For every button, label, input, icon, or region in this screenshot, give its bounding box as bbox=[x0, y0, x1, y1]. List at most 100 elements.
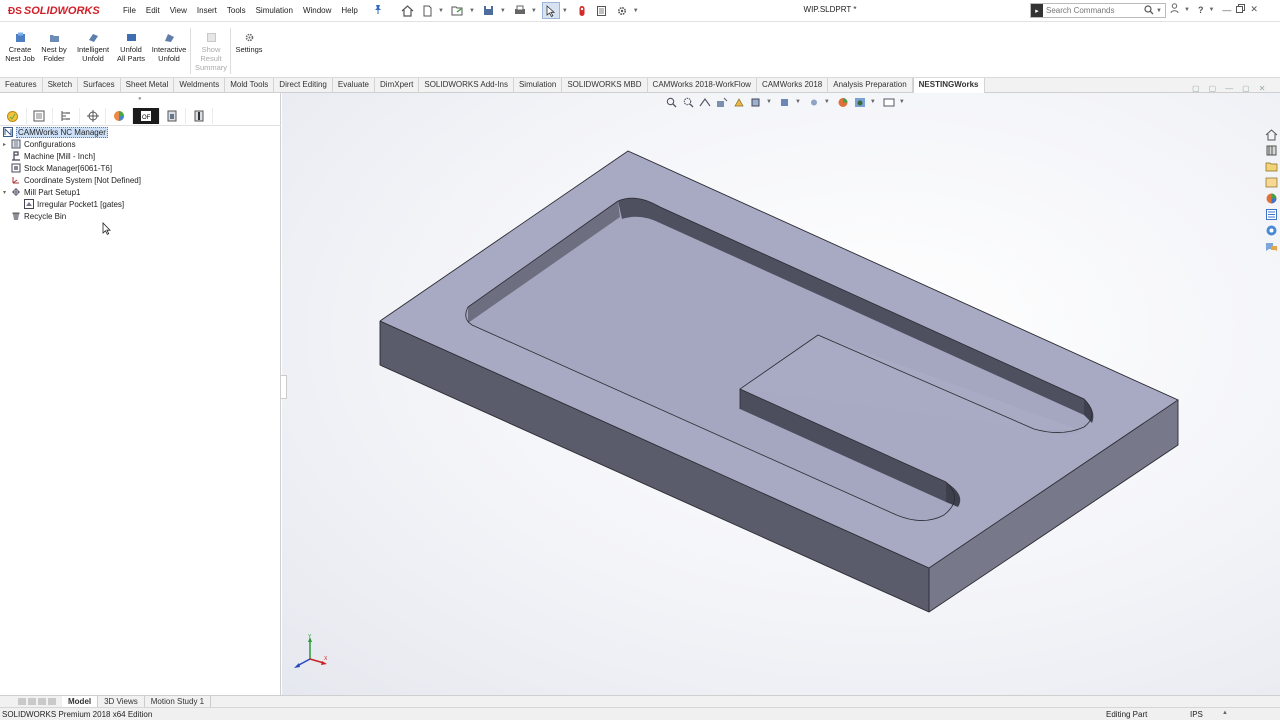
chevron-down-icon[interactable]: ▼ bbox=[1184, 7, 1190, 13]
home-icon[interactable] bbox=[398, 2, 416, 19]
chevron-up-icon[interactable]: ▲ bbox=[1222, 710, 1228, 716]
tab-analysis-preparation[interactable]: Analysis Preparation bbox=[828, 78, 913, 93]
edit-appearance-icon[interactable] bbox=[836, 96, 850, 108]
chevron-down-icon[interactable]: ▼ bbox=[562, 8, 568, 14]
command-search-icon[interactable]: ▸ bbox=[1031, 4, 1043, 17]
chevron-down-icon[interactable]: ▼ bbox=[633, 8, 639, 14]
hide-show-items-icon[interactable] bbox=[807, 96, 821, 108]
settings-button[interactable]: Settings bbox=[227, 32, 271, 54]
tree-node-nc-manager[interactable]: CAMWorks NC Manager bbox=[3, 126, 108, 138]
tab-dimxpert[interactable]: DimXpert bbox=[375, 78, 420, 93]
panel-grip-icon[interactable]: ● bbox=[138, 96, 142, 102]
tree-node-coordinate-system[interactable]: Coordinate System [Not Defined] bbox=[11, 174, 141, 186]
interactive-unfold-button[interactable]: Interactive Unfold bbox=[147, 32, 191, 63]
tab-nestingworks[interactable]: NESTINGWorks bbox=[912, 78, 985, 93]
feature-manager-tab[interactable] bbox=[0, 108, 27, 124]
unit-system-selector[interactable]: IPS bbox=[1190, 710, 1203, 719]
viewport-tile-icon[interactable]: ▢ bbox=[1209, 84, 1217, 93]
close-icon[interactable]: ✕ bbox=[1250, 4, 1258, 15]
menu-help[interactable]: Help bbox=[336, 4, 362, 17]
search-icon[interactable] bbox=[1142, 4, 1156, 17]
first-tab-arrow-icon[interactable] bbox=[18, 698, 26, 705]
new-document-icon[interactable] bbox=[418, 2, 436, 19]
viewport-close-icon[interactable]: ✕ bbox=[1259, 84, 1266, 93]
user-icon[interactable] bbox=[1170, 3, 1179, 16]
gear-icon[interactable] bbox=[613, 2, 631, 19]
chevron-down-icon[interactable]: ▼ bbox=[438, 8, 444, 14]
dimxpert-manager-tab[interactable] bbox=[80, 108, 107, 124]
chevron-down-icon[interactable]: ▼ bbox=[766, 99, 772, 105]
tab-camworks-2018[interactable]: CAMWorks 2018 bbox=[757, 78, 829, 93]
view-palette-icon[interactable] bbox=[1265, 176, 1278, 189]
tree-node-recycle-bin[interactable]: Recycle Bin bbox=[11, 210, 66, 222]
part-model[interactable] bbox=[282, 93, 1280, 695]
tab-motion-study[interactable]: Motion Study 1 bbox=[145, 696, 212, 707]
menu-insert[interactable]: Insert bbox=[192, 4, 222, 17]
tab-sheet-metal[interactable]: Sheet Metal bbox=[121, 78, 175, 93]
chevron-down-icon[interactable]: ▼ bbox=[870, 99, 876, 105]
file-explorer-icon[interactable] bbox=[1265, 160, 1278, 173]
appearances-scenes-icon[interactable] bbox=[1265, 192, 1278, 205]
save-icon[interactable] bbox=[480, 2, 498, 19]
solidworks-forum-icon[interactable] bbox=[1265, 224, 1278, 237]
zoom-to-area-icon[interactable] bbox=[681, 96, 695, 108]
expand-icon[interactable]: ▸ bbox=[3, 141, 10, 148]
tab-weldments[interactable]: Weldments bbox=[174, 78, 226, 93]
tree-node-configurations[interactable]: ▸ Configurations bbox=[3, 138, 76, 150]
menu-file[interactable]: File bbox=[118, 4, 141, 17]
tab-mold-tools[interactable]: Mold Tools bbox=[225, 78, 275, 93]
camworks-feature-tree-tab[interactable]: OF bbox=[132, 108, 160, 124]
section-view-icon[interactable] bbox=[715, 96, 729, 108]
tree-node-machine[interactable]: Machine [Mill - Inch] bbox=[11, 150, 95, 162]
zoom-to-fit-icon[interactable] bbox=[664, 96, 678, 108]
configuration-manager-tab[interactable] bbox=[53, 108, 80, 124]
restore-icon[interactable] bbox=[1236, 4, 1246, 15]
menu-view[interactable]: View bbox=[165, 4, 192, 17]
camworks-toolpath-tree-tab[interactable] bbox=[186, 108, 213, 124]
last-tab-arrow-icon[interactable] bbox=[48, 698, 56, 705]
tab-features[interactable]: Features bbox=[0, 78, 43, 93]
file-properties-icon[interactable] bbox=[593, 2, 611, 19]
chevron-down-icon[interactable]: ▼ bbox=[1156, 8, 1162, 14]
prev-tab-arrow-icon[interactable] bbox=[28, 698, 36, 705]
previous-view-icon[interactable] bbox=[698, 96, 712, 108]
camworks-operation-tree-tab[interactable] bbox=[160, 108, 187, 124]
display-style-icon[interactable] bbox=[778, 96, 792, 108]
tab-evaluate[interactable]: Evaluate bbox=[333, 78, 376, 93]
tab-surfaces[interactable]: Surfaces bbox=[78, 78, 121, 93]
solidworks-resources-icon[interactable] bbox=[1265, 128, 1278, 141]
tree-node-irregular-pocket[interactable]: Irregular Pocket1 [gates] bbox=[24, 198, 124, 210]
camworks-library-icon[interactable] bbox=[1265, 240, 1278, 253]
tab-model[interactable]: Model bbox=[62, 696, 99, 707]
tab-direct-editing[interactable]: Direct Editing bbox=[274, 78, 333, 93]
tree-node-stock-manager[interactable]: Stock Manager[6061-T6] bbox=[11, 162, 112, 174]
viewport-restore-icon[interactable]: ▢ bbox=[1242, 84, 1250, 93]
print-icon[interactable] bbox=[511, 2, 529, 19]
property-manager-tab[interactable] bbox=[27, 108, 54, 124]
tab-solidworks-add-ins[interactable]: SOLIDWORKS Add-Ins bbox=[419, 78, 514, 93]
pin-menu-icon[interactable] bbox=[373, 4, 383, 18]
chevron-down-icon[interactable]: ▼ bbox=[531, 8, 537, 14]
expand-icon[interactable]: ▾ bbox=[3, 189, 10, 196]
tab-solidworks-mbd[interactable]: SOLIDWORKS MBD bbox=[562, 78, 648, 93]
design-library-icon[interactable] bbox=[1265, 144, 1278, 157]
view-settings-icon[interactable] bbox=[882, 96, 896, 108]
view-orientation-icon[interactable] bbox=[749, 96, 763, 108]
chevron-down-icon[interactable]: ▼ bbox=[469, 8, 475, 14]
nest-by-folder-button[interactable]: Nest by Folder bbox=[32, 32, 76, 63]
search-input[interactable] bbox=[1043, 4, 1143, 17]
minimize-icon[interactable]: — bbox=[1222, 5, 1231, 15]
open-folder-icon[interactable] bbox=[449, 2, 467, 19]
solidworks-logo[interactable]: ƉS SOLIDWORKS bbox=[8, 3, 100, 19]
chevron-down-icon[interactable]: ▼ bbox=[824, 99, 830, 105]
tab-simulation[interactable]: Simulation bbox=[514, 78, 563, 93]
menu-window[interactable]: Window bbox=[298, 4, 336, 17]
chevron-down-icon[interactable]: ▼ bbox=[899, 99, 905, 105]
tree-node-mill-part-setup[interactable]: ▾ Mill Part Setup1 bbox=[3, 186, 80, 198]
tab-scroll-arrows[interactable] bbox=[0, 698, 62, 705]
viewport-split-icon[interactable]: ▢ bbox=[1192, 84, 1200, 93]
dynamic-annotation-icon[interactable] bbox=[732, 96, 746, 108]
chevron-down-icon[interactable]: ▼ bbox=[1208, 7, 1214, 13]
select-pointer-icon[interactable] bbox=[541, 2, 560, 19]
next-tab-arrow-icon[interactable] bbox=[38, 698, 46, 705]
